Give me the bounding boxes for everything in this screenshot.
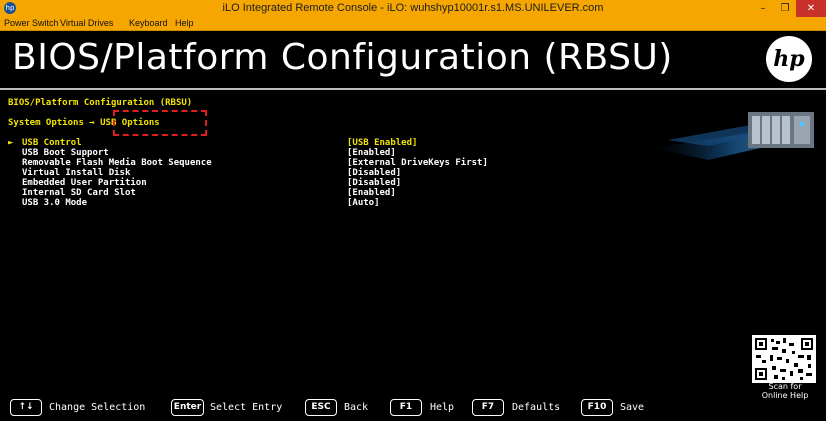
breadcrumb-parent: System Options → bbox=[8, 118, 101, 128]
bios-header: BIOS/Platform Configuration (RBSU) bbox=[0, 31, 826, 87]
key-legend: ↑↓ Change Selection Enter Select Entry E… bbox=[0, 399, 826, 419]
footer-label-help: Help bbox=[430, 402, 455, 413]
qr-caption: Scan for Online Help bbox=[746, 382, 824, 400]
option-label: Removable Flash Media Boot Sequence bbox=[22, 158, 212, 168]
option-label: Virtual Install Disk bbox=[22, 168, 131, 178]
breadcrumb-root: BIOS/Platform Configuration (RBSU) bbox=[8, 98, 193, 108]
hp-logo: hp bbox=[766, 36, 812, 82]
server-illustration bbox=[653, 112, 814, 160]
page-title: BIOS/Platform Configuration (RBSU) bbox=[12, 37, 673, 78]
option-value: [Disabled] bbox=[347, 168, 402, 178]
f10-key-icon: F10 bbox=[581, 399, 613, 416]
f1-key-icon: F1 bbox=[390, 399, 422, 416]
bios-content: BIOS/Platform Configuration (RBSU) Syste… bbox=[0, 90, 826, 421]
footer-label-save: Save bbox=[620, 402, 645, 413]
f7-key-icon: F7 bbox=[472, 399, 504, 416]
footer-label-change-selection: Change Selection bbox=[49, 402, 146, 413]
option-value: [External DriveKeys First] bbox=[347, 158, 488, 168]
qr-code-icon[interactable] bbox=[752, 335, 816, 383]
arrow-keys-icon: ↑↓ bbox=[10, 399, 42, 416]
footer-label-select-entry: Select Entry bbox=[210, 402, 283, 413]
close-button[interactable]: ✕ bbox=[796, 0, 826, 17]
footer-label-back: Back bbox=[344, 402, 369, 413]
option-label: Internal SD Card Slot bbox=[22, 188, 136, 198]
option-label: Embedded User Partition bbox=[22, 178, 147, 188]
option-value: [Enabled] bbox=[347, 148, 396, 158]
option-virtual-install-disk[interactable]: Virtual Install Disk [Disabled] bbox=[0, 168, 600, 178]
option-label: USB 3.0 Mode bbox=[22, 198, 88, 208]
window-title: iLO Integrated Remote Console - iLO: wuh… bbox=[222, 2, 604, 14]
remote-console-window: hp iLO Integrated Remote Console - iLO: … bbox=[0, 0, 826, 421]
menu-power-switch[interactable]: Power Switch bbox=[4, 17, 59, 30]
option-usb-boot-support[interactable]: USB Boot Support [Enabled] bbox=[0, 148, 600, 158]
footer-label-defaults: Defaults bbox=[512, 402, 561, 413]
option-label: USB Control bbox=[22, 138, 82, 148]
option-usb-3-mode[interactable]: USB 3.0 Mode [Auto] bbox=[0, 198, 600, 208]
option-internal-sd-card-slot[interactable]: Internal SD Card Slot [Enabled] bbox=[0, 188, 600, 198]
option-embedded-user-partition[interactable]: Embedded User Partition [Disabled] bbox=[0, 178, 600, 188]
title-bar: hp iLO Integrated Remote Console - iLO: … bbox=[0, 0, 826, 17]
menu-help[interactable]: Help bbox=[175, 17, 194, 30]
menu-virtual-drives[interactable]: Virtual Drives bbox=[60, 17, 113, 30]
maximize-button[interactable]: ❐ bbox=[774, 0, 796, 17]
esc-key-icon: ESC bbox=[305, 399, 337, 416]
minimize-button[interactable]: – bbox=[752, 0, 774, 17]
enter-key-icon: Enter bbox=[171, 399, 204, 416]
menu-keyboard[interactable]: Keyboard bbox=[129, 17, 168, 30]
option-removable-flash-boot-sequence[interactable]: Removable Flash Media Boot Sequence [Ext… bbox=[0, 158, 600, 168]
menu-bar: Power Switch Virtual Drives Keyboard Hel… bbox=[0, 17, 826, 31]
option-usb-control[interactable]: USB Control [USB Enabled] bbox=[0, 138, 600, 148]
annotation-highlight-box bbox=[113, 110, 207, 136]
option-value: [Enabled] bbox=[347, 188, 396, 198]
option-value: [Auto] bbox=[347, 198, 380, 208]
option-value: [Disabled] bbox=[347, 178, 402, 188]
option-value: [USB Enabled] bbox=[347, 138, 418, 148]
qr-caption-line1: Scan for bbox=[768, 382, 802, 391]
option-label: USB Boot Support bbox=[22, 148, 109, 158]
